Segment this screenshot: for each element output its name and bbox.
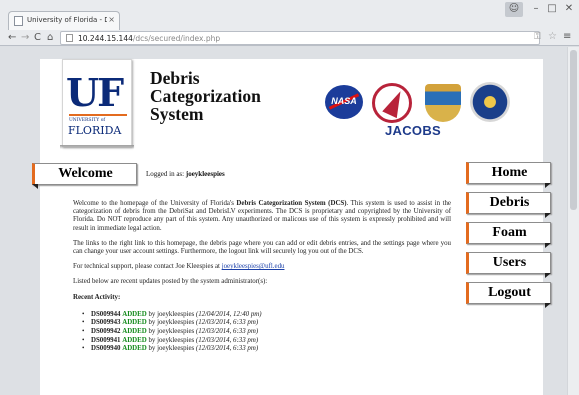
home-icon[interactable]: ⌂ (47, 31, 53, 45)
url-text: 10.244.15.144/dcs/secured/index.php (78, 34, 220, 43)
uf-logo-bar (69, 114, 127, 116)
menu-icon[interactable]: ≡ (563, 31, 571, 42)
logged-in-label: Logged in as: (146, 170, 185, 178)
page-icon (66, 34, 73, 42)
updates-paragraph: Listed below are recent updates posted b… (73, 278, 268, 286)
nasa-logo: NASA (325, 85, 363, 119)
nav-logout[interactable]: Logout (466, 282, 551, 308)
system-name: Debris Categorization System (DCS) (236, 200, 347, 207)
forward-arrow-icon[interactable]: → (21, 31, 29, 45)
links-paragraph: The links to the right link to this home… (73, 239, 451, 256)
activity-item: DS009942 ADDED by joeykleespies (12/03/2… (82, 328, 451, 337)
viewport: UF UNIVERSITY of FLORIDA Debris Categori… (0, 47, 579, 395)
uf-logo[interactable]: UF UNIVERSITY of FLORIDA (62, 59, 132, 147)
url-host: 10.244.15.144 (78, 34, 133, 43)
reload-icon[interactable]: C (34, 31, 41, 45)
vertical-scrollbar[interactable] (567, 47, 579, 395)
close-window-icon[interactable]: ✕ (562, 2, 576, 17)
site-title-line2: Categorization (150, 86, 261, 106)
maximize-icon[interactable]: □ (546, 2, 558, 17)
page-container: UF UNIVERSITY of FLORIDA Debris Categori… (32, 59, 551, 395)
seal-logo (470, 82, 510, 122)
uf-logo-university: UNIVERSITY of (69, 118, 106, 123)
site-title-line3: System (150, 104, 204, 124)
address-bar[interactable]: 10.244.15.144/dcs/secured/index.php (60, 31, 540, 45)
activity-item: DS009944 ADDED by joeykleespies (12/04/2… (82, 311, 451, 320)
logged-in-status: Logged in as: joeykleespies (146, 170, 225, 178)
nav-foam[interactable]: Foam (466, 222, 551, 248)
activity-item: DS009943 ADDED by joeykleespies (12/03/2… (82, 319, 451, 328)
nasa-logo-text: NASA (331, 96, 357, 106)
recent-activity-list: DS009944 ADDED by joeykleespies (12/04/2… (73, 311, 451, 354)
recent-activity-title: Recent Activity: (73, 293, 121, 301)
tab-title: University of Florida - DCS (27, 16, 107, 24)
user-profile-icon[interactable]: ☺ (505, 2, 523, 17)
tab-close-icon[interactable]: × (108, 15, 115, 24)
site-title-line1: Debris (150, 68, 200, 88)
nav-users[interactable]: Users (466, 252, 551, 278)
support-email-link[interactable]: joeykleespies@ufl.edu (222, 263, 285, 270)
main-content: Welcome to the homepage of the Universit… (73, 200, 451, 354)
bookmark-star-icon[interactable]: ☆ (548, 31, 557, 42)
logged-in-username: joeykleespies (185, 170, 225, 178)
support-paragraph: For technical support, please contact Jo… (73, 263, 285, 271)
activity-item: DS009941 ADDED by joeykleespies (12/03/2… (82, 337, 451, 346)
url-path: /dcs/secured/index.php (132, 34, 221, 43)
uf-logo-letters: UF (66, 70, 124, 115)
activity-item: DS009940 ADDED by joeykleespies (12/03/2… (82, 345, 451, 354)
jacobs-logo: JACOBS (385, 123, 441, 138)
scrollbar-thumb[interactable] (570, 50, 577, 210)
browser-tab[interactable]: University of Florida - DCS × (8, 11, 120, 30)
minimize-icon[interactable]: – (530, 2, 542, 17)
browser-toolbar: ← → C ⌂ 10.244.15.144/dcs/secured/index.… (0, 31, 579, 46)
nav-home[interactable]: Home (466, 162, 551, 188)
welcome-heading: Welcome (32, 163, 137, 189)
nav-debris[interactable]: Debris (466, 192, 551, 218)
key-icon[interactable]: ⚿ (534, 32, 541, 42)
uf-logo-florida: FLORIDA (68, 124, 122, 137)
uf-logo-shadow (60, 145, 134, 149)
afrl-logo (372, 83, 412, 123)
shield-logo (425, 84, 461, 122)
site-title: Debris Categorization System (150, 69, 261, 123)
intro-paragraph: Welcome to the homepage of the Universit… (73, 200, 451, 232)
back-arrow-icon[interactable]: ← (8, 31, 16, 45)
browser-chrome: University of Florida - DCS × ☺ – □ ✕ ← … (0, 0, 579, 46)
page-favicon-icon (14, 16, 23, 26)
